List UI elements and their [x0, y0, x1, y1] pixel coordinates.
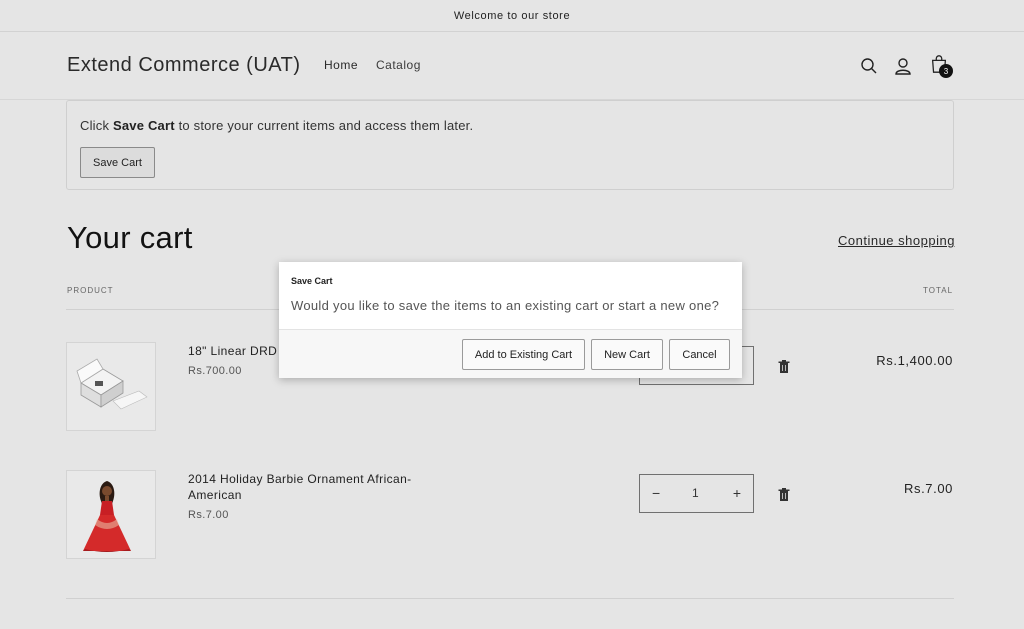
store-logo[interactable]: Extend Commerce (UAT) [67, 54, 301, 77]
item-total: Rs.1,400.00 [876, 353, 953, 368]
dialog-message: Would you like to save the items to an e… [291, 298, 720, 313]
cancel-button[interactable]: Cancel [669, 339, 730, 370]
item-price: Rs.700.00 [188, 365, 242, 377]
account-icon[interactable] [893, 56, 913, 76]
drd-box-image [76, 358, 148, 410]
save-message-prefix: Click [80, 118, 113, 133]
item-name-line-2[interactable]: American [188, 487, 242, 503]
new-cart-button[interactable]: New Cart [591, 339, 663, 370]
product-column-header: PRODUCT [67, 286, 114, 295]
announcement-bar: Welcome to our store [0, 0, 1024, 32]
item-name-line-1[interactable]: 2014 Holiday Barbie Ornament African- [188, 471, 412, 487]
dialog-footer: Add to Existing Cart New Cart Cancel [279, 329, 742, 378]
dialog-title: Save Cart [291, 276, 333, 286]
qty-value[interactable]: 1 [692, 486, 699, 500]
item-total: Rs.7.00 [903, 481, 953, 496]
product-thumbnail[interactable] [66, 342, 156, 431]
item-price: Rs.7.00 [188, 509, 229, 521]
footer-divider [66, 598, 954, 599]
save-message-bold: Save Cart [112, 118, 175, 133]
barbie-doll-image [83, 481, 131, 552]
add-to-existing-cart-button[interactable]: Add to Existing Cart [462, 339, 585, 370]
total-column-header: TOTAL [923, 286, 954, 295]
trash-icon[interactable] [778, 488, 790, 501]
cart-count-badge: 3 [939, 64, 953, 78]
qty-plus-button[interactable]: + [733, 485, 741, 501]
save-cart-button[interactable]: Save Cart [80, 147, 155, 178]
trash-icon[interactable] [778, 360, 790, 373]
product-thumbnail[interactable] [66, 470, 156, 559]
search-icon[interactable] [859, 56, 879, 76]
save-message-suffix: to store your current items and access t… [174, 118, 474, 133]
announcement-text: Welcome to our store [453, 9, 571, 22]
save-cart-message: Click Save Cart to store your current it… [80, 118, 473, 133]
page-title: Your cart [67, 220, 193, 255]
quantity-stepper[interactable]: − 1 + [639, 474, 754, 513]
nav-catalog-link[interactable]: Catalog [376, 58, 421, 72]
qty-minus-button[interactable]: − [652, 485, 660, 501]
save-cart-banner: Click Save Cart to store your current it… [66, 100, 954, 190]
save-cart-dialog: Save Cart Would you like to save the ite… [279, 262, 742, 378]
item-name[interactable]: 18" Linear DRD [188, 343, 277, 359]
nav-home-link[interactable]: Home [324, 58, 358, 72]
continue-shopping-link[interactable]: Continue shopping [838, 233, 955, 248]
